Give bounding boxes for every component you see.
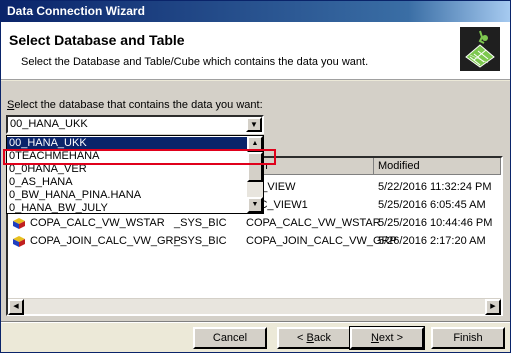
highlight-box [3, 149, 276, 165]
dropdown-scrollbar[interactable]: ▲ ▼ [247, 136, 263, 213]
data-connection-wizard-window: Data Connection Wizard Select Database a… [0, 0, 511, 353]
column-header-modified[interactable]: Modified [374, 158, 501, 175]
divider [1, 321, 510, 323]
horizontal-scrollbar[interactable]: ◀ ▶ [8, 298, 501, 315]
header-panel: Select Database and Table Select the Dat… [1, 22, 510, 80]
cube-icon [12, 217, 26, 230]
dropdown-option[interactable]: 0_AS_HANA [7, 176, 249, 188]
cancel-button[interactable]: Cancel [193, 327, 267, 349]
page-description: Select the Database and Table/Cube which… [21, 56, 369, 68]
dropdown-option[interactable]: 0_BW_HANA_PINA.HANA [7, 189, 249, 201]
database-label: Select the database that contains the da… [7, 99, 263, 111]
wizard-icon [460, 27, 500, 71]
database-combobox[interactable]: 00_HANA_UKK ▼ [6, 115, 264, 134]
title-bar[interactable]: Data Connection Wizard [1, 1, 510, 22]
dropdown-option[interactable]: 00_HANA_UKK [7, 137, 249, 149]
dropdown-option[interactable]: 0_HANA_BW_JULY [7, 202, 249, 214]
finish-button[interactable]: Finish [431, 327, 505, 349]
database-combobox-value: 00_HANA_UKK [10, 118, 88, 130]
chevron-down-icon[interactable]: ▼ [246, 117, 262, 132]
next-button[interactable]: Next > [349, 326, 425, 350]
page-title: Select Database and Table [9, 32, 185, 48]
back-button[interactable]: < Back [277, 327, 351, 349]
scroll-left-icon[interactable]: ◀ [8, 299, 24, 315]
window-title: Data Connection Wizard [7, 4, 145, 18]
cube-icon [12, 235, 26, 248]
database-dropdown-list[interactable]: 00_HANA_UKK 0TEACHMEHANA 0_0HANA_VER 0_A… [6, 135, 264, 214]
table-row[interactable]: COPA_CALC_VW_WSTAR _SYS_BIC COPA_CALC_VW… [8, 215, 501, 233]
table-row[interactable]: COPA_JOIN_CALC_VW_GRP _SYS_BIC COPA_JOIN… [8, 233, 501, 251]
scroll-down-icon[interactable]: ▼ [247, 197, 263, 213]
scroll-right-icon[interactable]: ▶ [485, 299, 501, 315]
